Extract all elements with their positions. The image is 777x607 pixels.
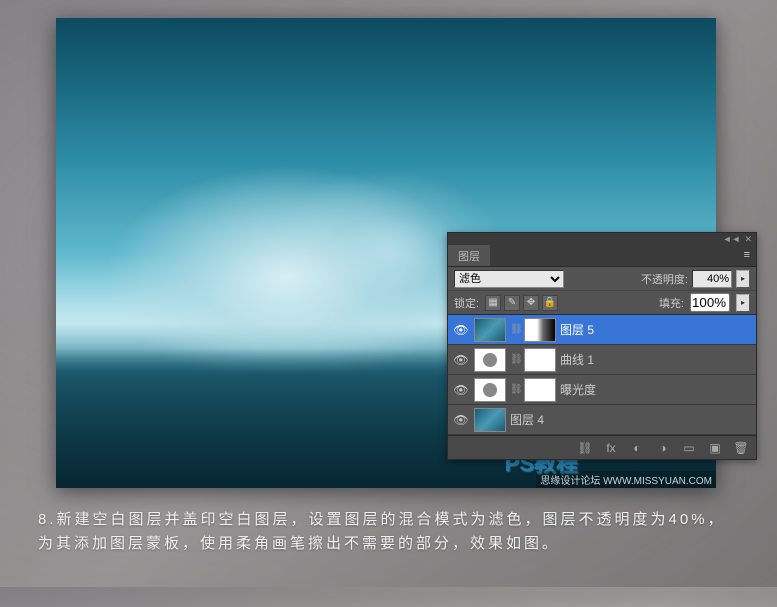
adjustment-layer-icon[interactable]: ◑	[654, 439, 672, 457]
layers-panel: ◄◄ ✕ 图层 ≡ 滤色 不透明度: ▸ 锁定: ▦ ✎ ✥ 🔒 填充: ▸ 👁…	[447, 232, 757, 460]
adjustment-thumbnail[interactable]	[474, 348, 506, 372]
layer-row[interactable]: 👁 ⛓ 图层 5	[448, 315, 756, 345]
lock-label: 锁定:	[454, 295, 479, 311]
layer-row[interactable]: 👁 ⛓ 曲线 1	[448, 345, 756, 375]
panel-close-icon[interactable]: ✕	[744, 234, 752, 245]
layer-thumbnail[interactable]	[474, 318, 506, 342]
opacity-dropdown-icon[interactable]: ▸	[736, 270, 750, 288]
layer-mask-thumbnail[interactable]	[524, 318, 556, 342]
layer-name[interactable]: 曝光度	[560, 381, 752, 398]
mask-link-icon[interactable]: ⛓	[510, 354, 520, 365]
fill-dropdown-icon[interactable]: ▸	[736, 294, 750, 312]
watermark-site: 思缘设计论坛 WWW.MISSYUAN.COM	[536, 471, 716, 488]
panel-menu-icon[interactable]: ≡	[738, 245, 756, 266]
layer-row[interactable]: 👁 ⛓ 曝光度	[448, 375, 756, 405]
panel-footer: ⛓ fx ◐ ◑ ▭ ▣ 🗑	[448, 435, 756, 459]
panel-titlebar: ◄◄ ✕	[448, 233, 756, 245]
lock-all-icon[interactable]: 🔒	[542, 295, 558, 311]
layer-name[interactable]: 图层 5	[560, 321, 752, 338]
tab-layers[interactable]: 图层	[448, 245, 490, 266]
layer-mask-thumbnail[interactable]	[524, 378, 556, 402]
opacity-input[interactable]	[692, 270, 732, 288]
blend-mode-select[interactable]: 滤色	[454, 270, 564, 288]
visibility-toggle-icon[interactable]: 👁	[452, 321, 470, 339]
layers-list: 👁 ⛓ 图层 5 👁 ⛓ 曲线 1 👁 ⛓ 曝光度 👁 图层 4	[448, 315, 756, 435]
delete-layer-icon[interactable]: 🗑	[732, 439, 750, 457]
step-instruction: 8.新建空白图层并盖印空白图层，设置图层的混合模式为滤色，图层不透明度为40%，…	[38, 508, 739, 556]
fill-input[interactable]	[690, 293, 730, 312]
new-layer-icon[interactable]: ▣	[706, 439, 724, 457]
layer-row[interactable]: 👁 图层 4	[448, 405, 756, 435]
visibility-toggle-icon[interactable]: 👁	[452, 351, 470, 369]
opacity-label: 不透明度:	[641, 271, 688, 287]
new-group-icon[interactable]: ▭	[680, 439, 698, 457]
mask-link-icon[interactable]: ⛓	[510, 324, 520, 335]
layer-mask-thumbnail[interactable]	[524, 348, 556, 372]
mask-link-icon[interactable]: ⛓	[510, 384, 520, 395]
fill-label: 填充:	[659, 295, 684, 311]
adjustment-thumbnail[interactable]	[474, 378, 506, 402]
fx-icon[interactable]: fx	[602, 439, 620, 457]
visibility-toggle-icon[interactable]: 👁	[452, 411, 470, 429]
link-layers-icon[interactable]: ⛓	[576, 439, 594, 457]
visibility-toggle-icon[interactable]: 👁	[452, 381, 470, 399]
layer-name[interactable]: 图层 4	[510, 411, 752, 428]
lock-pixels-icon[interactable]: ✎	[504, 295, 520, 311]
lock-transparency-icon[interactable]: ▦	[485, 295, 501, 311]
layer-name[interactable]: 曲线 1	[560, 351, 752, 368]
add-mask-icon[interactable]: ◐	[628, 439, 646, 457]
layer-thumbnail[interactable]	[474, 408, 506, 432]
lock-position-icon[interactable]: ✥	[523, 295, 539, 311]
panel-collapse-icon[interactable]: ◄◄	[723, 234, 741, 244]
